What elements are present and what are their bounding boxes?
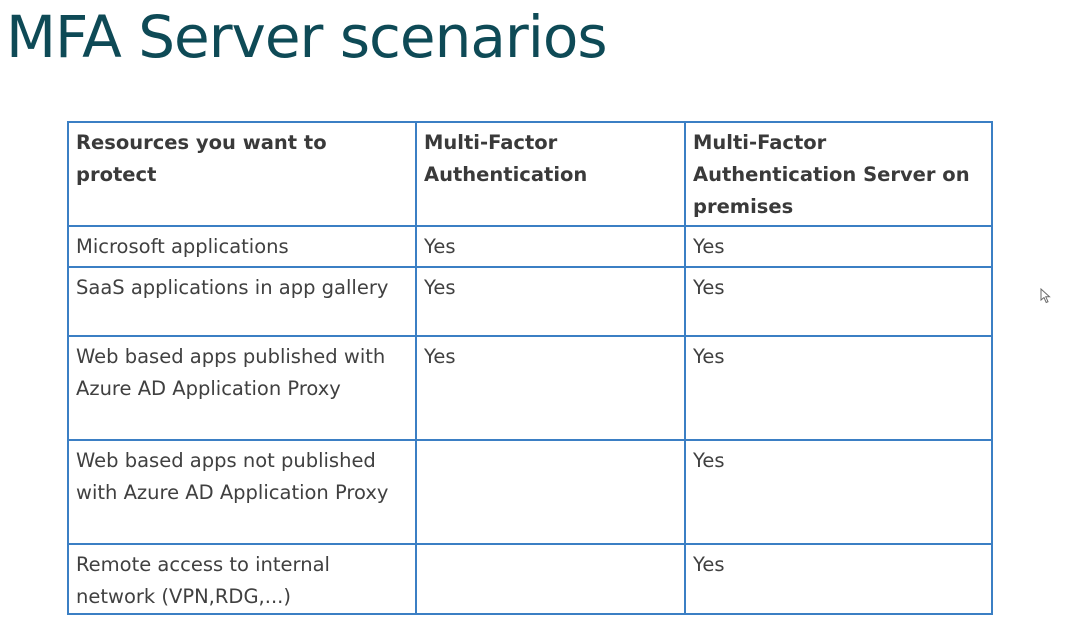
table-row: SaaS applications in app gallery Yes Yes bbox=[67, 266, 993, 337]
mfa-server-cell: Yes bbox=[684, 225, 993, 268]
mfa-server-cell: Yes bbox=[684, 266, 993, 337]
mfa-cell: Yes bbox=[415, 335, 686, 441]
header-resources: Resources you want to protect bbox=[67, 121, 417, 227]
table-row: Web based apps not published with Azure … bbox=[67, 439, 993, 545]
mfa-server-cell: Yes bbox=[684, 335, 993, 441]
mfa-cell bbox=[415, 543, 686, 615]
mfa-server-cell: Yes bbox=[684, 439, 993, 545]
page-title: MFA Server scenarios bbox=[6, 3, 608, 71]
mouse-pointer-icon bbox=[1040, 288, 1051, 304]
table-row: Web based apps published with Azure AD A… bbox=[67, 335, 993, 441]
table-header-row: Resources you want to protect Multi-Fact… bbox=[67, 121, 993, 227]
resource-cell: Web based apps published with Azure AD A… bbox=[67, 335, 417, 441]
slide: MFA Server scenarios Resources you want … bbox=[0, 0, 1077, 620]
table-row: Microsoft applications Yes Yes bbox=[67, 225, 993, 268]
mfa-cell bbox=[415, 439, 686, 545]
mfa-server-cell: Yes bbox=[684, 543, 993, 615]
resource-cell: Remote access to internal network (VPN,R… bbox=[67, 543, 417, 615]
scenarios-table: Resources you want to protect Multi-Fact… bbox=[67, 121, 993, 615]
resource-cell: SaaS applications in app gallery bbox=[67, 266, 417, 337]
mfa-cell: Yes bbox=[415, 266, 686, 337]
header-mfa: Multi-Factor Authentication bbox=[415, 121, 686, 227]
resource-cell: Microsoft applications bbox=[67, 225, 417, 268]
mfa-cell: Yes bbox=[415, 225, 686, 268]
header-mfa-server: Multi-Factor Authentication Server on pr… bbox=[684, 121, 993, 227]
table-row: Remote access to internal network (VPN,R… bbox=[67, 543, 993, 615]
resource-cell: Web based apps not published with Azure … bbox=[67, 439, 417, 545]
